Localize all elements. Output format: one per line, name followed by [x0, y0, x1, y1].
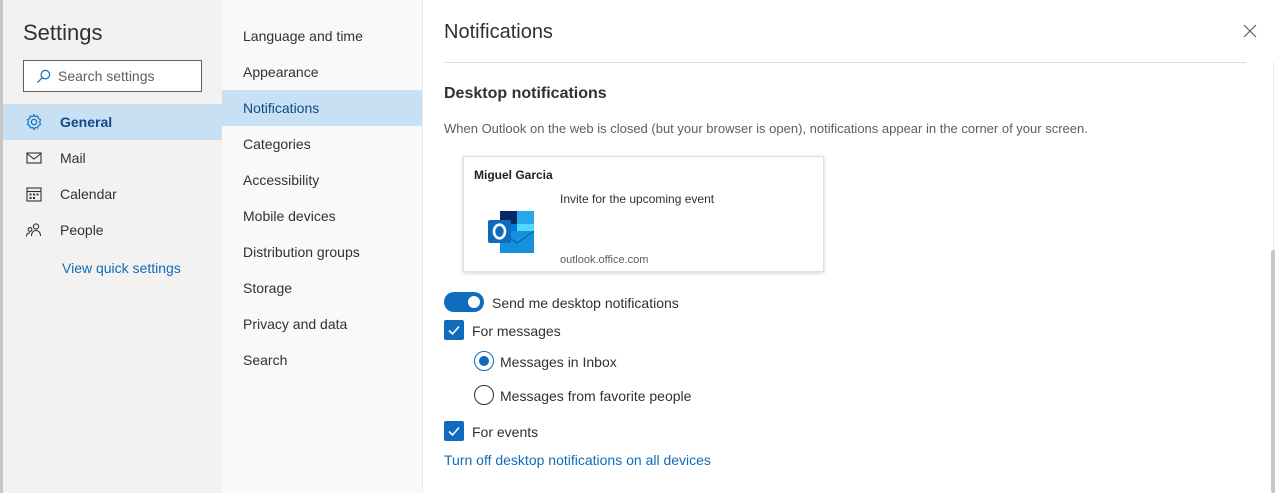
radio-messages-from-favorites-label: Messages from favorite people	[500, 388, 692, 404]
search-settings-input[interactable]	[58, 68, 188, 84]
category-people[interactable]: People	[3, 212, 222, 248]
notification-preview-card: Miguel Garcia Invite for the upcoming ev…	[463, 156, 824, 272]
toggle-knob	[468, 296, 480, 308]
category-calendar[interactable]: Calendar	[3, 176, 222, 212]
notifications-pane: Notifications Desktop notifications When…	[422, 0, 1275, 493]
gear-icon	[26, 113, 42, 131]
checkmark-icon	[448, 325, 460, 336]
category-label: Mail	[60, 150, 86, 166]
for-events-checkbox[interactable]	[444, 421, 464, 441]
desktop-notifications-description: When Outlook on the web is closed (but y…	[444, 121, 1088, 136]
category-general[interactable]: General	[3, 104, 222, 140]
header-divider	[444, 62, 1246, 63]
subnav-item-storage[interactable]: Storage	[222, 270, 422, 306]
category-label: People	[60, 222, 104, 238]
close-icon[interactable]	[1243, 24, 1257, 38]
turn-off-all-devices-link[interactable]: Turn off desktop notifications on all de…	[444, 452, 711, 468]
search-settings-box[interactable]	[23, 60, 202, 92]
people-icon	[25, 223, 42, 237]
search-icon	[36, 69, 51, 83]
for-messages-label: For messages	[472, 323, 561, 339]
settings-categories-panel: Settings General Mail	[3, 0, 222, 493]
category-mail[interactable]: Mail	[3, 140, 222, 176]
desktop-notifications-heading: Desktop notifications	[444, 85, 607, 102]
preview-sender: Miguel Garcia	[474, 168, 553, 182]
for-events-label: For events	[472, 424, 539, 440]
radio-messages-in-inbox[interactable]	[474, 351, 494, 371]
preview-subject: Invite for the upcoming event	[560, 192, 715, 206]
subnav-item-notifications[interactable]: Notifications	[222, 90, 422, 126]
subnav-item-categories[interactable]: Categories	[222, 126, 422, 162]
subnav-item-language-and-time[interactable]: Language and time	[222, 18, 422, 54]
preview-domain: outlook.office.com	[560, 254, 649, 266]
radio-messages-in-inbox-label: Messages in Inbox	[500, 354, 617, 370]
settings-title: Settings	[23, 20, 103, 45]
subnav-item-accessibility[interactable]: Accessibility	[222, 162, 422, 198]
category-label: General	[60, 114, 113, 130]
mail-icon	[26, 152, 42, 164]
general-subnav-panel: Language and time Appearance Notificatio…	[222, 0, 422, 493]
calendar-icon	[26, 187, 42, 202]
subnav-item-mobile-devices[interactable]: Mobile devices	[222, 198, 422, 234]
category-label: Calendar	[60, 186, 117, 202]
subnav-item-privacy-and-data[interactable]: Privacy and data	[222, 306, 422, 342]
for-messages-checkbox[interactable]	[444, 320, 464, 340]
view-quick-settings-link[interactable]: View quick settings	[62, 260, 181, 276]
subnav-item-distribution-groups[interactable]: Distribution groups	[222, 234, 422, 270]
subnav-item-appearance[interactable]: Appearance	[222, 54, 422, 90]
checkmark-icon	[448, 426, 460, 437]
pane-title: Notifications	[444, 21, 553, 43]
scrollbar-thumb[interactable]	[1271, 250, 1275, 493]
outlook-logo-icon	[488, 211, 535, 253]
toggle-label: Send me desktop notifications	[492, 295, 679, 311]
subnav-item-search[interactable]: Search	[222, 342, 422, 378]
settings-dialog: Settings General Mail	[0, 0, 1275, 493]
radio-messages-from-favorites[interactable]	[474, 385, 494, 405]
desktop-notifications-toggle[interactable]	[444, 292, 484, 312]
